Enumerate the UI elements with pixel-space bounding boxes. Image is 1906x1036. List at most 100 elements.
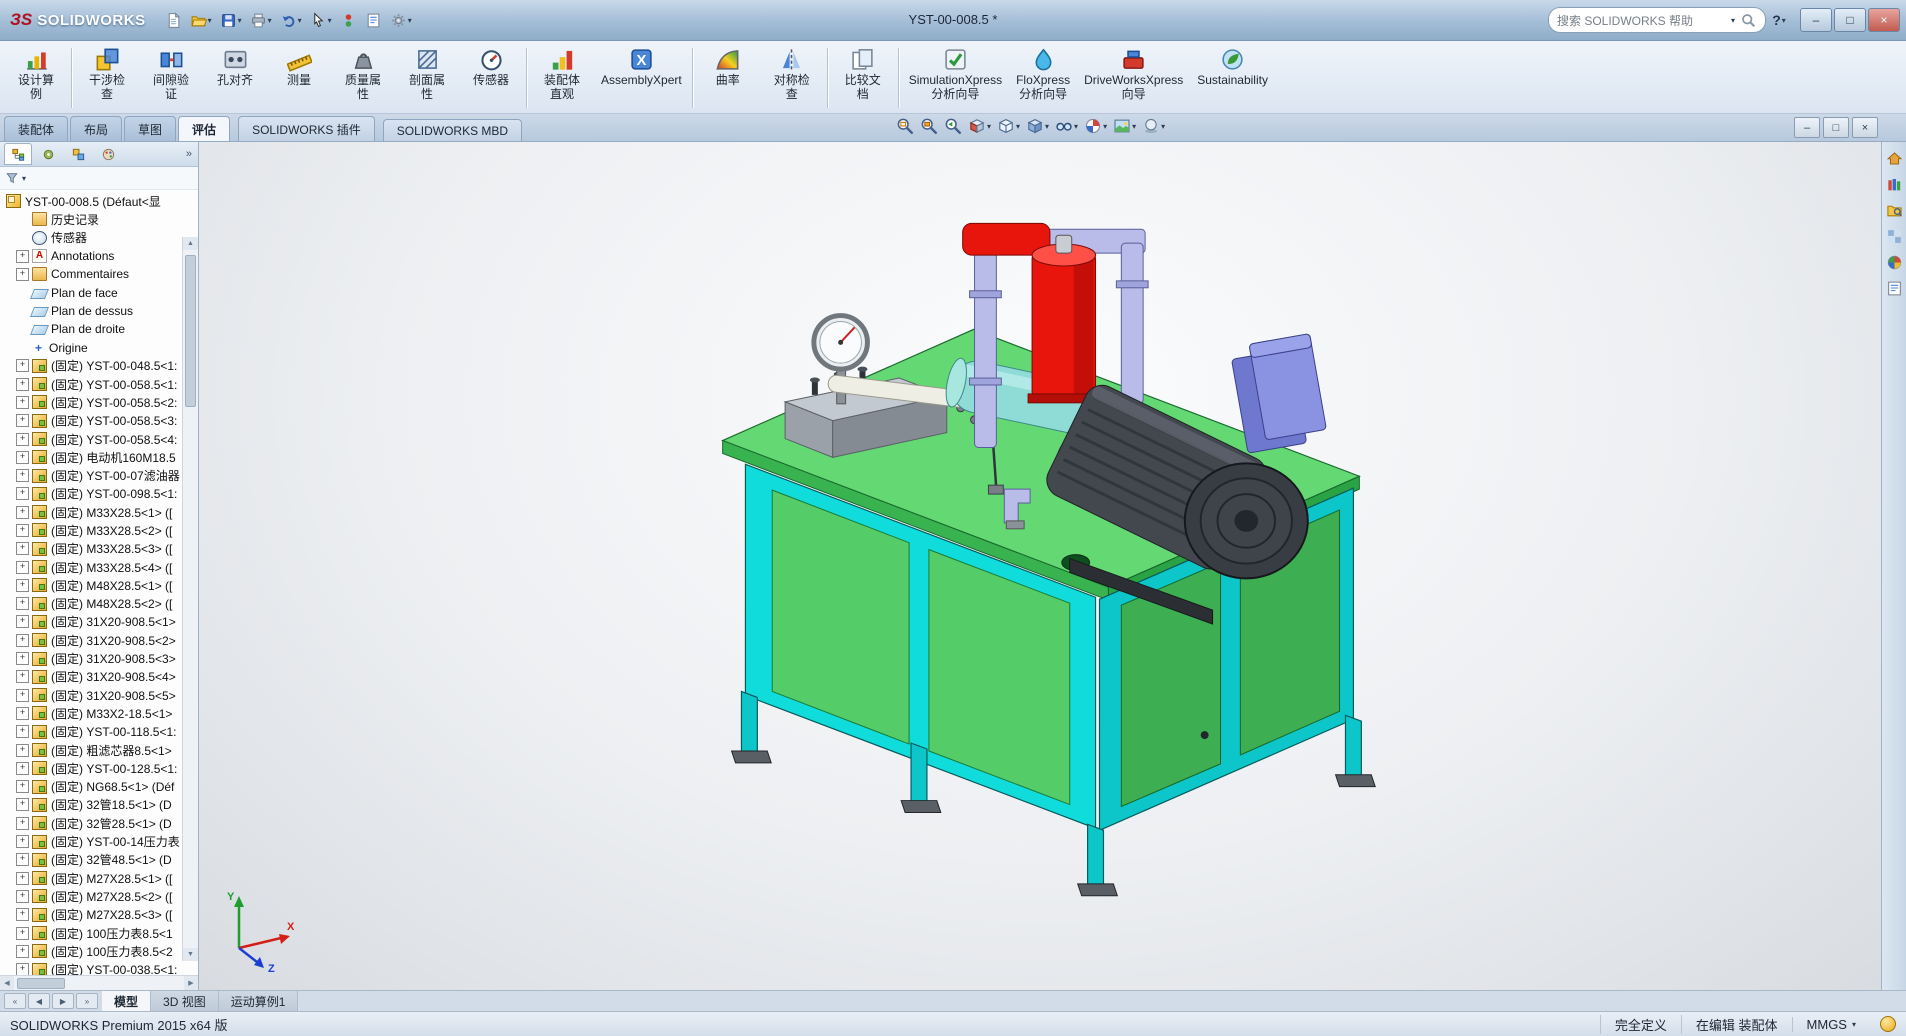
compare-docs-button[interactable]: 比较文档 — [831, 43, 895, 113]
search-dropdown-caret-icon[interactable]: ▾ — [1731, 16, 1735, 25]
file-explorer-button[interactable] — [1886, 202, 1903, 219]
tree-item[interactable]: +(固定) M27X28.5<2> ([ — [2, 887, 182, 905]
scroll-up-icon[interactable]: ▲ — [183, 237, 198, 250]
expand-icon[interactable]: + — [16, 798, 29, 811]
tab-装配体[interactable]: 装配体 — [4, 116, 68, 141]
expand-icon[interactable]: + — [16, 890, 29, 903]
tree-item[interactable]: +(固定) YST-00-048.5<1: — [2, 357, 182, 375]
expand-icon[interactable]: + — [16, 250, 29, 263]
expand-icon[interactable]: + — [16, 433, 29, 446]
appearances-button[interactable] — [1886, 254, 1903, 271]
tree-item[interactable]: +(固定) YST-00-14压力表 — [2, 832, 182, 850]
tab-布局[interactable]: 布局 — [70, 116, 122, 141]
filter-funnel-icon[interactable] — [5, 171, 19, 185]
expand-icon[interactable]: + — [16, 817, 29, 830]
doc-tab-模型[interactable]: 模型 — [102, 991, 151, 1011]
rebuild-button[interactable] — [337, 10, 360, 31]
interference-button[interactable]: 干涉检查 — [75, 43, 139, 113]
expand-icon[interactable]: + — [16, 268, 29, 281]
section-view-button[interactable]: ▾ — [966, 116, 993, 136]
scroll-down-icon[interactable]: ▼ — [183, 948, 198, 961]
tab-scroll-button[interactable]: ◀ — [28, 993, 50, 1009]
tree-item[interactable]: +(固定) YST-00-058.5<2: — [2, 393, 182, 411]
expand-icon[interactable]: + — [16, 561, 29, 574]
tree-item[interactable]: +(固定) YST-00-07滤油器 — [2, 466, 182, 484]
sustainability-button[interactable]: Sustainability — [1190, 43, 1275, 113]
tree-item[interactable]: 历史记录 — [2, 210, 182, 228]
tree-item[interactable]: +(固定) M27X28.5<3> ([ — [2, 906, 182, 924]
tab-SOLIDWORKS 插件[interactable]: SOLIDWORKS 插件 — [238, 116, 375, 141]
scrollbar-thumb[interactable] — [185, 255, 196, 407]
expand-icon[interactable]: + — [16, 689, 29, 702]
expand-icon[interactable]: + — [16, 927, 29, 940]
scroll-right-icon[interactable]: ▶ — [184, 976, 198, 990]
hole-align-button[interactable]: 孔对齐 — [203, 43, 267, 113]
tree-item[interactable]: +(固定) M48X28.5<1> ([ — [2, 576, 182, 594]
expand-icon[interactable]: + — [16, 707, 29, 720]
expand-icon[interactable]: + — [16, 506, 29, 519]
filter-caret-icon[interactable]: ▾ — [22, 174, 26, 183]
configuration-tab[interactable] — [64, 143, 92, 165]
tree-item[interactable]: +(固定) 31X20-908.5<1> — [2, 613, 182, 631]
expand-icon[interactable]: + — [16, 908, 29, 921]
expand-icon[interactable]: + — [16, 780, 29, 793]
zoom-fit-button[interactable] — [894, 116, 916, 136]
tab-草图[interactable]: 草图 — [124, 116, 176, 141]
tree-item[interactable]: +(固定) M48X28.5<2> ([ — [2, 595, 182, 613]
tree-item[interactable]: +(固定) 31X20-908.5<2> — [2, 631, 182, 649]
display-style-button[interactable]: ▾ — [1024, 116, 1051, 136]
tree-item[interactable]: +(固定) YST-00-098.5<1: — [2, 485, 182, 503]
tree-item[interactable]: +(固定) 31X20-908.5<3> — [2, 649, 182, 667]
expand-icon[interactable]: + — [16, 359, 29, 372]
feature-tree-tab[interactable] — [4, 143, 32, 165]
doc-tab-运动算例1[interactable]: 运动算例1 — [219, 991, 299, 1011]
expand-icon[interactable]: + — [16, 615, 29, 628]
expand-icon[interactable]: + — [16, 542, 29, 555]
tree-item[interactable]: 传感器 — [2, 229, 182, 247]
tree-item[interactable]: +(固定) M33X28.5<1> ([ — [2, 503, 182, 521]
assembly-vis-button[interactable]: 装配体直观 — [530, 43, 594, 113]
curvature-button[interactable]: 曲率 — [696, 43, 760, 113]
search-icon[interactable] — [1740, 12, 1757, 29]
tree-item[interactable]: +(固定) YST-00-058.5<3: — [2, 412, 182, 430]
expand-icon[interactable]: + — [16, 853, 29, 866]
panel-collapse-chevron-icon[interactable]: » — [186, 148, 194, 160]
graphics-viewport[interactable]: Y X Z — [199, 142, 1881, 990]
section-props-button[interactable]: 剖面属性 — [395, 43, 459, 113]
expand-icon[interactable]: + — [16, 597, 29, 610]
scroll-left-icon[interactable]: ◀ — [0, 976, 14, 990]
tree-item[interactable]: +(固定) 32管48.5<1> (D — [2, 851, 182, 869]
doc-restore-button[interactable]: □ — [1823, 117, 1849, 138]
tab-scroll-button[interactable]: » — [76, 993, 98, 1009]
tab-scroll-button[interactable]: ▶ — [52, 993, 74, 1009]
doc-tab-3D 视图[interactable]: 3D 视图 — [151, 991, 219, 1011]
simulationxpress-button[interactable]: SimulationXpress分析向导 — [902, 43, 1009, 113]
tree-item[interactable]: +(固定) YST-00-058.5<1: — [2, 375, 182, 393]
view-settings-button[interactable]: ▾ — [1140, 116, 1167, 136]
expand-icon[interactable]: + — [16, 945, 29, 958]
property-tab[interactable] — [34, 143, 62, 165]
edit-appearance-button[interactable]: ▾ — [1082, 116, 1109, 136]
units-selector[interactable]: MMGS▾ — [1792, 1017, 1870, 1032]
design-library-button[interactable] — [1886, 176, 1903, 193]
expand-icon[interactable]: + — [16, 378, 29, 391]
tab-scroll-button[interactable]: « — [4, 993, 26, 1009]
expand-icon[interactable]: + — [16, 762, 29, 775]
mass-props-button[interactable]: 质量属性 — [331, 43, 395, 113]
tree-item[interactable]: +(固定) YST-00-118.5<1: — [2, 723, 182, 741]
apply-scene-button[interactable]: ▾ — [1111, 116, 1138, 136]
expand-icon[interactable]: + — [16, 524, 29, 537]
tree-item[interactable]: +(固定) 100压力表8.5<1 — [2, 924, 182, 942]
tab-SOLIDWORKS MBD[interactable]: SOLIDWORKS MBD — [383, 119, 522, 141]
tree-horizontal-scrollbar[interactable]: ◀ ▶ — [0, 975, 198, 990]
expand-icon[interactable]: + — [16, 579, 29, 592]
quick-tip-icon[interactable] — [1880, 1016, 1896, 1032]
tree-item[interactable]: +(固定) M33X28.5<2> ([ — [2, 521, 182, 539]
select-arrow-button[interactable]: ▾ — [307, 10, 335, 31]
tree-item[interactable]: +(固定) 32管18.5<1> (D — [2, 796, 182, 814]
tree-item[interactable]: +(固定) 粗滤芯器8.5<1> — [2, 741, 182, 759]
assemblyxpert-button[interactable]: XAssemblyXpert — [594, 43, 689, 113]
scrollbar-thumb[interactable] — [17, 978, 65, 989]
file-properties-button[interactable] — [362, 10, 385, 31]
tree-item[interactable]: +(固定) 电动机160M18.5 — [2, 448, 182, 466]
